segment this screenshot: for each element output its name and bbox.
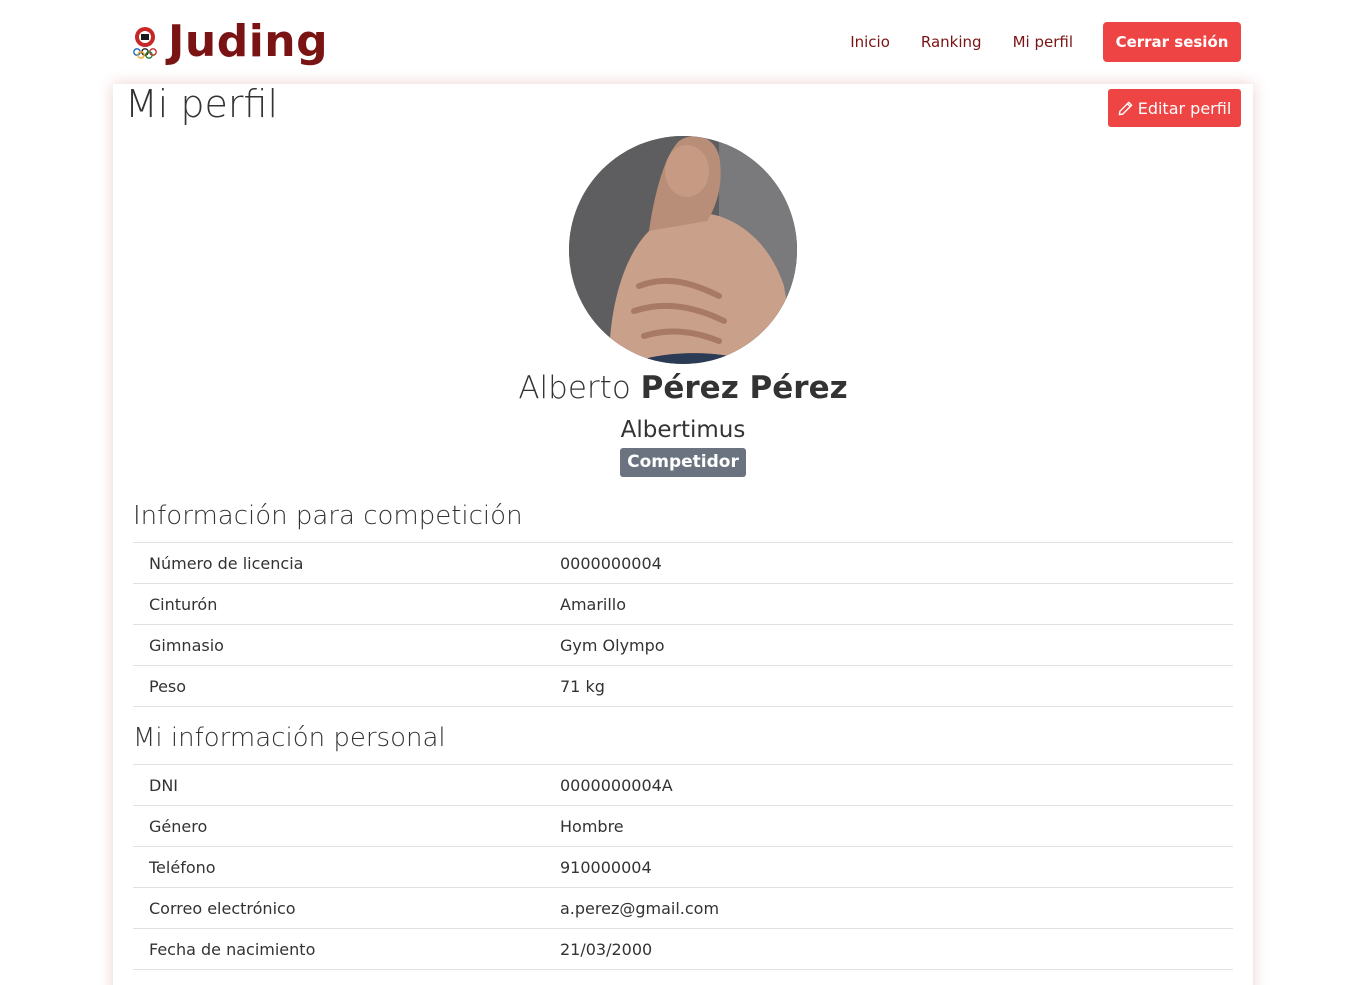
profile-card: Mi perfil Editar perfil Alberto Pérez Pé… [113,84,1253,985]
row-label: Gimnasio [149,635,224,655]
table-row: Teléfono 910000004 [133,846,1233,888]
table-row: Correo electrónico a.perez@gmail.com [133,887,1233,929]
pencil-icon [1118,101,1133,115]
competition-table: Número de licencia 0000000004 Cinturón A… [133,542,1233,707]
personal-table: DNI 0000000004A Género Hombre Teléfono 9… [133,764,1233,970]
table-row: Gimnasio Gym Olympo [133,624,1233,666]
nickname: Albertimus [620,417,746,443]
nav-link-mi-perfil[interactable]: Mi perfil [1013,22,1073,62]
row-label: Género [149,816,208,836]
table-row: Cinturón Amarillo [133,583,1233,625]
row-value: 0000000004A [560,775,673,795]
edit-profile-label: Editar perfil [1137,98,1232,118]
competition-section-title: Información para competición [133,501,523,531]
nav-link-inicio[interactable]: Inicio [850,22,890,62]
brand-name: Juding [168,16,329,67]
nav-link-ranking[interactable]: Ranking [921,22,982,62]
row-value: 0000000004 [560,553,662,573]
row-label: Teléfono [149,857,216,877]
logout-button[interactable]: Cerrar sesión [1103,22,1241,62]
row-value: Hombre [560,816,624,836]
navbar: Juding Inicio Ranking Mi perfil Cerrar s… [0,0,1366,84]
last-name: Pérez Pérez [640,370,848,406]
table-row: Número de licencia 0000000004 [133,542,1233,584]
first-name: Alberto [518,370,631,406]
row-label: Correo electrónico [149,898,296,918]
row-label: Peso [149,676,187,696]
judo-logo-icon [130,25,160,59]
row-value: 21/03/2000 [560,939,653,959]
table-row: Peso 71 kg [133,665,1233,707]
row-value: Amarillo [560,594,627,614]
full-name: Alberto Pérez Pérez [113,366,1253,410]
nav-links: Inicio Ranking Mi perfil Cerrar sesión [850,22,1241,62]
row-value: Gym Olympo [560,635,665,655]
personal-section-title: Mi información personal [133,723,446,753]
row-value: a.perez@gmail.com [560,898,720,918]
role-badge: Competidor [620,448,746,477]
avatar [569,136,797,364]
edit-profile-button[interactable]: Editar perfil [1108,89,1241,127]
row-label: Fecha de nacimiento [149,939,316,959]
table-row: DNI 0000000004A [133,764,1233,806]
row-value: 910000004 [560,857,652,877]
brand[interactable]: Juding [130,14,328,70]
table-row: Fecha de nacimiento 21/03/2000 [133,928,1233,970]
row-value: 71 kg [560,676,605,696]
row-label: DNI [149,775,179,795]
row-label: Número de licencia [149,553,304,573]
page-title: Mi perfil [125,82,279,126]
table-row: Género Hombre [133,805,1233,847]
row-label: Cinturón [149,594,218,614]
